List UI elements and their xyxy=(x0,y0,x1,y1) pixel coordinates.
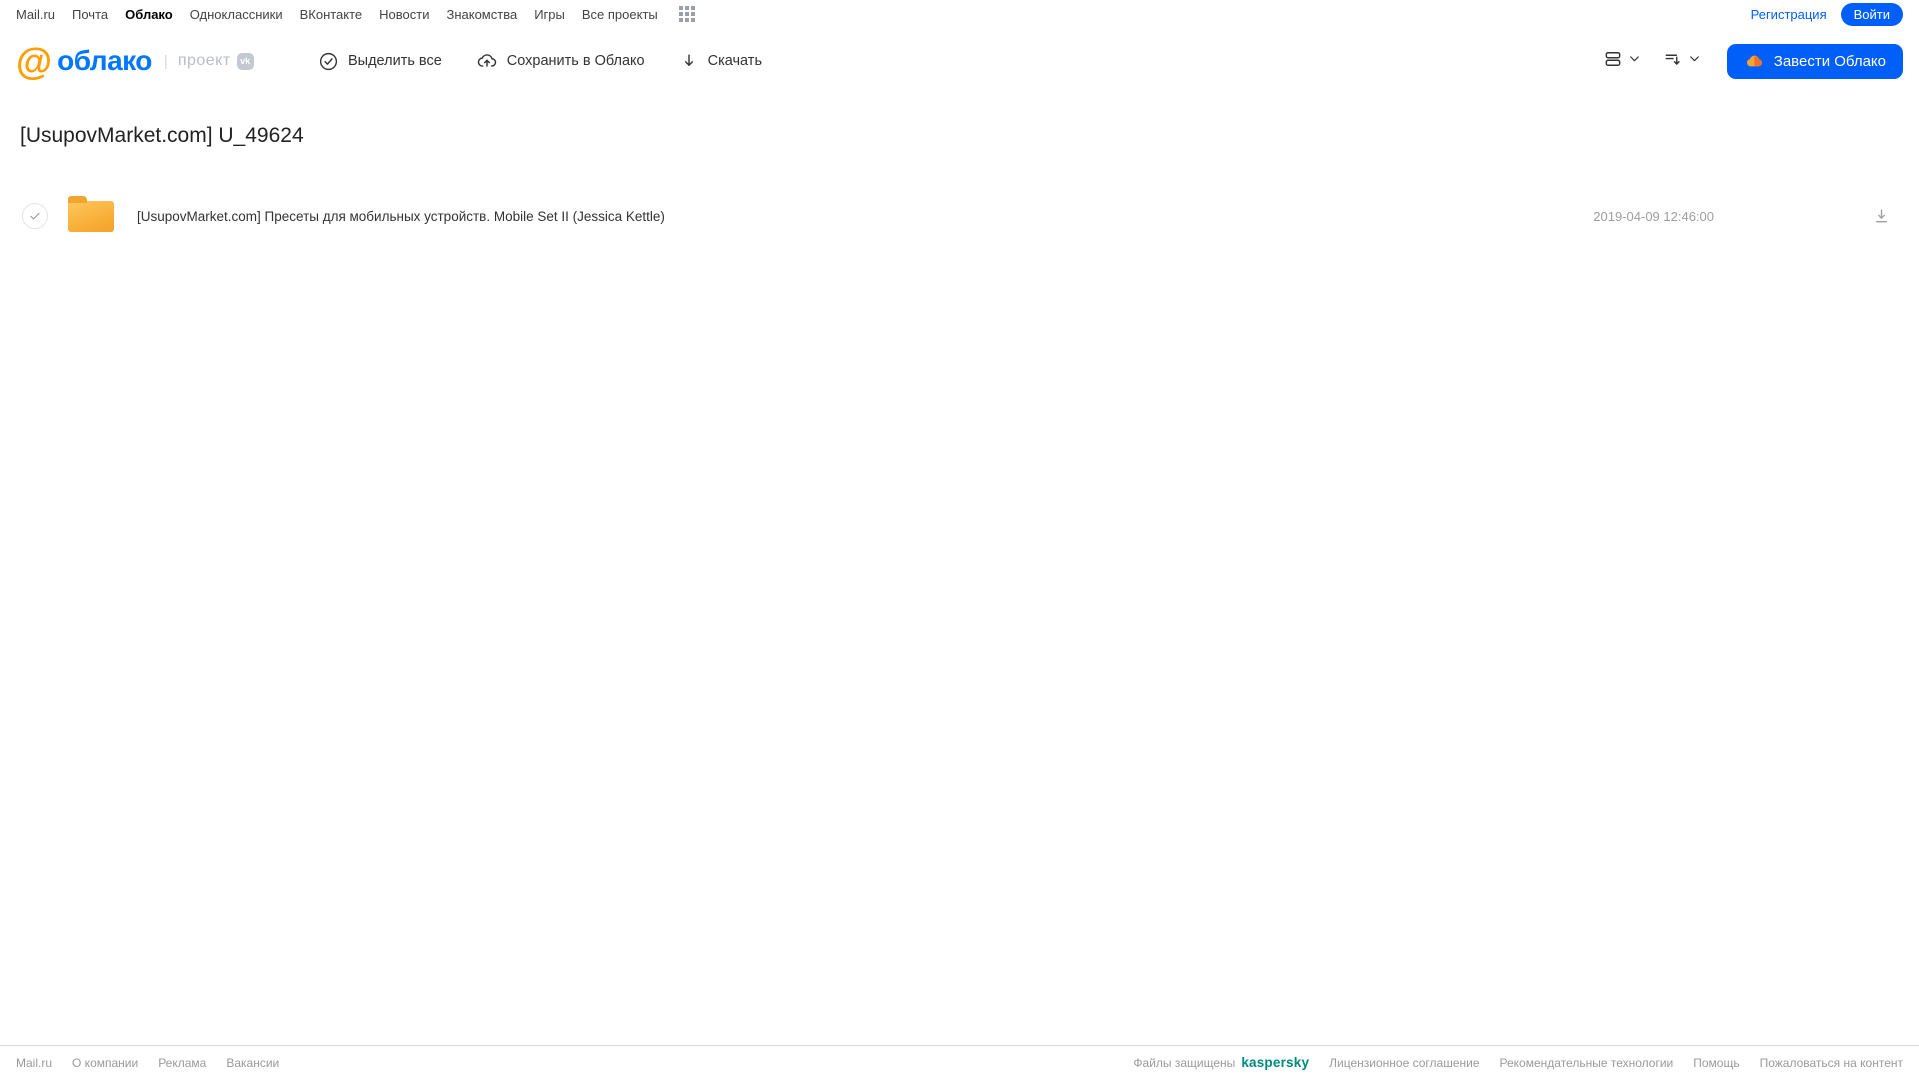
sort-order-selector[interactable] xyxy=(1663,49,1701,74)
select-all-label: Выделить все xyxy=(348,53,442,69)
apps-grid-icon[interactable] xyxy=(678,6,695,22)
create-cloud-label: Завести Облако xyxy=(1773,52,1886,70)
portal-link-mailru[interactable]: Mail.ru xyxy=(16,7,55,22)
sort-order-icon xyxy=(1663,49,1683,74)
footer-link-jobs[interactable]: Вакансии xyxy=(226,1056,279,1070)
row-checkbox[interactable] xyxy=(22,203,48,229)
divider: | xyxy=(163,52,168,70)
portal-link-vkontakte[interactable]: ВКонтакте xyxy=(300,7,363,22)
chevron-down-icon xyxy=(1688,52,1701,70)
portal-link-znakomstva[interactable]: Знакомства xyxy=(446,7,517,22)
select-all-button[interactable]: Выделить все xyxy=(318,51,442,72)
check-icon xyxy=(30,212,40,220)
cloud-logo-text: облако xyxy=(57,45,152,76)
footer-right-links: Файлы защищены kaspersky Лицензионное со… xyxy=(1133,1055,1903,1070)
vk-project-tag: | проект vk xyxy=(164,52,254,70)
cloud-logo[interactable]: @ облако xyxy=(16,43,152,80)
portal-link-oblako[interactable]: Облако xyxy=(125,7,173,22)
portal-link-pochta[interactable]: Почта xyxy=(72,7,108,22)
register-link[interactable]: Регистрация xyxy=(1751,7,1827,22)
save-to-cloud-button[interactable]: Сохранить в Облако xyxy=(476,50,645,72)
file-name[interactable]: [UsupovMarket.com] Пресеты для мобильных… xyxy=(137,209,1593,224)
file-row[interactable]: [UsupovMarket.com] Пресеты для мобильных… xyxy=(16,195,1903,236)
footer-left-links: Mail.ru О компании Реклама Вакансии xyxy=(16,1056,279,1070)
kaspersky-protection: Файлы защищены kaspersky xyxy=(1133,1055,1309,1070)
create-cloud-button[interactable]: Завести Облако xyxy=(1726,43,1903,79)
view-mode-icon xyxy=(1603,49,1623,74)
save-to-cloud-label: Сохранить в Облако xyxy=(506,53,645,69)
cloud-icon xyxy=(1744,51,1765,72)
file-date: 2019-04-09 12:46:00 xyxy=(1593,208,1714,224)
vk-logo-icon: vk xyxy=(236,52,254,70)
chevron-down-icon xyxy=(1628,52,1641,70)
footer-link-report[interactable]: Пожаловаться на контент xyxy=(1760,1056,1903,1070)
portal-link-odnoklassniki[interactable]: Одноклассники xyxy=(190,7,283,22)
footer-link-license[interactable]: Лицензионное соглашение xyxy=(1329,1056,1479,1070)
cloud-upload-icon xyxy=(476,50,498,72)
protected-by-label: Файлы защищены xyxy=(1133,1055,1236,1070)
footer-link-help[interactable]: Помощь xyxy=(1693,1056,1739,1070)
file-actions-toolbar: Выделить все Сохранить в Облако Скачать xyxy=(318,28,762,94)
page-title: [UsupovMarket.com] U_49624 xyxy=(20,124,304,147)
portal-link-novosti[interactable]: Новости xyxy=(379,7,429,22)
portal-auth: Регистрация Войти xyxy=(1751,2,1903,26)
download-icon xyxy=(679,51,699,71)
header-right-controls: Завести Облако xyxy=(1603,43,1903,79)
download-label: Скачать xyxy=(707,53,762,69)
page-footer: Mail.ru О компании Реклама Вакансии Файл… xyxy=(0,1045,1919,1079)
footer-link-company[interactable]: О компании xyxy=(72,1056,138,1070)
portal-link-all-projects[interactable]: Все проекты xyxy=(582,7,658,22)
portal-link-igry[interactable]: Игры xyxy=(534,7,565,22)
login-button[interactable]: Войти xyxy=(1840,2,1903,26)
row-download-icon[interactable] xyxy=(1872,207,1891,226)
check-circle-icon xyxy=(318,51,339,72)
cloud-header: @ облако | проект vk Выделить все Сохран… xyxy=(0,28,1919,94)
mailru-at-icon: @ xyxy=(16,40,53,82)
view-mode-selector[interactable] xyxy=(1603,49,1641,74)
project-label: проект xyxy=(177,52,231,69)
portal-nav: Mail.ru Почта Облако Одноклассники ВКонт… xyxy=(16,6,695,22)
folder-icon xyxy=(68,195,114,232)
download-button[interactable]: Скачать xyxy=(679,51,762,71)
footer-link-mailru[interactable]: Mail.ru xyxy=(16,1056,52,1070)
footer-link-ads[interactable]: Реклама xyxy=(158,1056,206,1070)
kaspersky-logo[interactable]: kaspersky xyxy=(1241,1055,1309,1070)
portal-top-bar: Mail.ru Почта Облако Одноклассники ВКонт… xyxy=(0,0,1919,28)
footer-link-recommendations[interactable]: Рекомендательные технологии xyxy=(1500,1056,1674,1070)
